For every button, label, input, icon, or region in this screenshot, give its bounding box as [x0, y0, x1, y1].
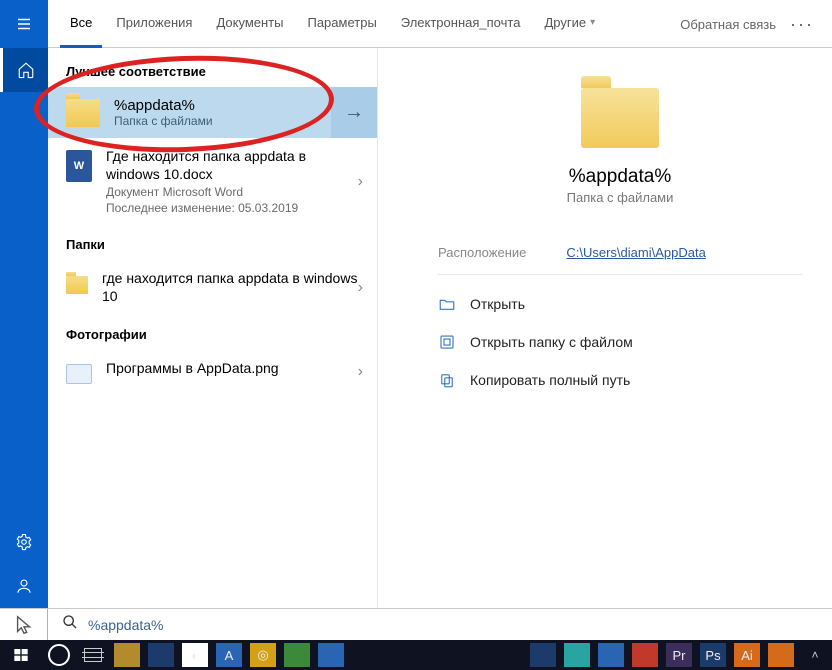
- taskbar: ◐ A ◎ Pr Ps Ai ˄: [0, 640, 832, 670]
- result-folder-title: где находится папка appdata в windows 10: [102, 270, 363, 305]
- section-photos: Фотографии: [48, 315, 377, 350]
- result-folder[interactable]: где находится папка appdata в windows 10…: [48, 260, 377, 315]
- left-rail: [0, 48, 48, 608]
- best-match-title: %appdata%: [114, 97, 213, 114]
- best-match-arrow[interactable]: →: [331, 87, 377, 138]
- taskbar-pin-6[interactable]: Ps: [700, 643, 726, 667]
- open-icon: [438, 295, 456, 313]
- best-match-subtitle: Папка с файлами: [114, 114, 213, 128]
- taskbar-app-1[interactable]: [148, 643, 174, 667]
- hamburger-button[interactable]: [0, 0, 48, 48]
- folder-icon: [66, 276, 88, 294]
- taskbar-pin-3[interactable]: [598, 643, 624, 667]
- chevron-right-icon[interactable]: ›: [358, 279, 363, 297]
- detail-location-value[interactable]: C:\Users\diami\AppData: [566, 245, 705, 260]
- taskbar-pin-4[interactable]: [632, 643, 658, 667]
- copy-icon: [438, 371, 456, 389]
- tab-email[interactable]: Электронная_почта: [391, 0, 531, 48]
- hamburger-icon: [15, 15, 33, 33]
- taskbar-pin-1[interactable]: [530, 643, 556, 667]
- tab-docs[interactable]: Документы: [206, 0, 293, 48]
- taskbar-pin-7[interactable]: Ai: [734, 643, 760, 667]
- section-folders: Папки: [48, 225, 377, 260]
- taskbar-app-3[interactable]: ◎: [250, 643, 276, 667]
- result-doc-title: Где находится папка appdata в windows 10…: [106, 148, 363, 183]
- detail-title: %appdata%: [438, 166, 802, 188]
- results-panel: Лучшее соответствие %appdata% Папка с фа…: [48, 48, 378, 608]
- action-open[interactable]: Открыть: [438, 285, 802, 323]
- best-match-item[interactable]: %appdata% Папка с файлами: [48, 87, 331, 138]
- search-header: Все Приложения Документы Параметры Элект…: [0, 0, 832, 48]
- result-doc-type: Документ Microsoft Word: [106, 185, 363, 199]
- taskview-button[interactable]: [80, 643, 106, 667]
- header-right: Обратная связь ···: [680, 0, 832, 48]
- folder-icon: [581, 88, 659, 148]
- search-input[interactable]: [88, 609, 832, 640]
- action-copy-path[interactable]: Копировать полный путь: [438, 361, 802, 399]
- tab-other[interactable]: Другие ▾: [534, 0, 605, 48]
- home-icon: [17, 61, 35, 79]
- cursor-icon: [13, 614, 35, 636]
- cursor-tile[interactable]: [0, 609, 48, 641]
- detail-location-row: Расположение C:\Users\diami\AppData: [438, 245, 802, 275]
- taskbar-chrome[interactable]: ◐: [182, 643, 208, 667]
- detail-sub: Папка с файлами: [438, 190, 802, 205]
- chevron-right-icon[interactable]: ›: [358, 363, 363, 381]
- result-doc[interactable]: Где находится папка appdata в windows 10…: [48, 138, 377, 225]
- action-open-folder[interactable]: Открыть папку с файлом: [438, 323, 802, 361]
- taskview-icon: [84, 648, 102, 662]
- action-open-folder-label: Открыть папку с файлом: [470, 334, 633, 350]
- result-photo-title: Программы в AppData.png: [106, 360, 363, 378]
- taskbar-pin-5[interactable]: Pr: [666, 643, 692, 667]
- search-icon: [62, 614, 78, 635]
- overflow-button[interactable]: ···: [790, 14, 814, 35]
- person-icon: [15, 577, 33, 595]
- tab-other-label: Другие: [544, 15, 586, 30]
- image-icon: [66, 364, 92, 384]
- tab-settings[interactable]: Параметры: [297, 0, 386, 48]
- start-button[interactable]: [4, 640, 38, 670]
- search-bar: [0, 608, 832, 640]
- cortana-button[interactable]: [46, 643, 72, 667]
- result-doc-changed: Последнее изменение: 05.03.2019: [106, 201, 363, 215]
- details-panel: %appdata% Папка с файлами Расположение C…: [378, 48, 832, 608]
- action-copy-path-label: Копировать полный путь: [470, 372, 630, 388]
- taskbar-app-2[interactable]: A: [216, 643, 242, 667]
- chevron-up-icon: ˄: [811, 648, 818, 662]
- section-best-match: Лучшее соответствие: [48, 52, 377, 87]
- taskbar-pin-2[interactable]: [564, 643, 590, 667]
- open-folder-icon: [438, 333, 456, 351]
- rail-account[interactable]: [0, 564, 48, 608]
- folder-icon: [66, 99, 100, 127]
- best-match-row: %appdata% Папка с файлами →: [48, 87, 377, 138]
- detail-location-label: Расположение: [438, 245, 526, 260]
- taskbar-explorer[interactable]: [114, 643, 140, 667]
- filter-tabs: Все Приложения Документы Параметры Элект…: [48, 0, 605, 48]
- windows-icon: [13, 647, 29, 663]
- feedback-link[interactable]: Обратная связь: [680, 17, 776, 32]
- tab-all[interactable]: Все: [60, 0, 102, 48]
- tab-apps[interactable]: Приложения: [106, 0, 202, 48]
- rail-settings[interactable]: [0, 520, 48, 564]
- gear-icon: [15, 533, 33, 551]
- chevron-right-icon[interactable]: ›: [358, 173, 363, 191]
- taskbar-app-5[interactable]: [318, 643, 344, 667]
- rail-home[interactable]: [0, 48, 48, 92]
- chevron-down-icon: ▾: [590, 17, 595, 28]
- tray-overflow[interactable]: ˄: [802, 643, 828, 667]
- taskbar-pin-8[interactable]: [768, 643, 794, 667]
- word-doc-icon: [66, 150, 92, 182]
- result-photo[interactable]: Программы в AppData.png ›: [48, 350, 377, 394]
- action-open-label: Открыть: [470, 296, 525, 312]
- cortana-icon: [48, 644, 70, 666]
- taskbar-app-4[interactable]: [284, 643, 310, 667]
